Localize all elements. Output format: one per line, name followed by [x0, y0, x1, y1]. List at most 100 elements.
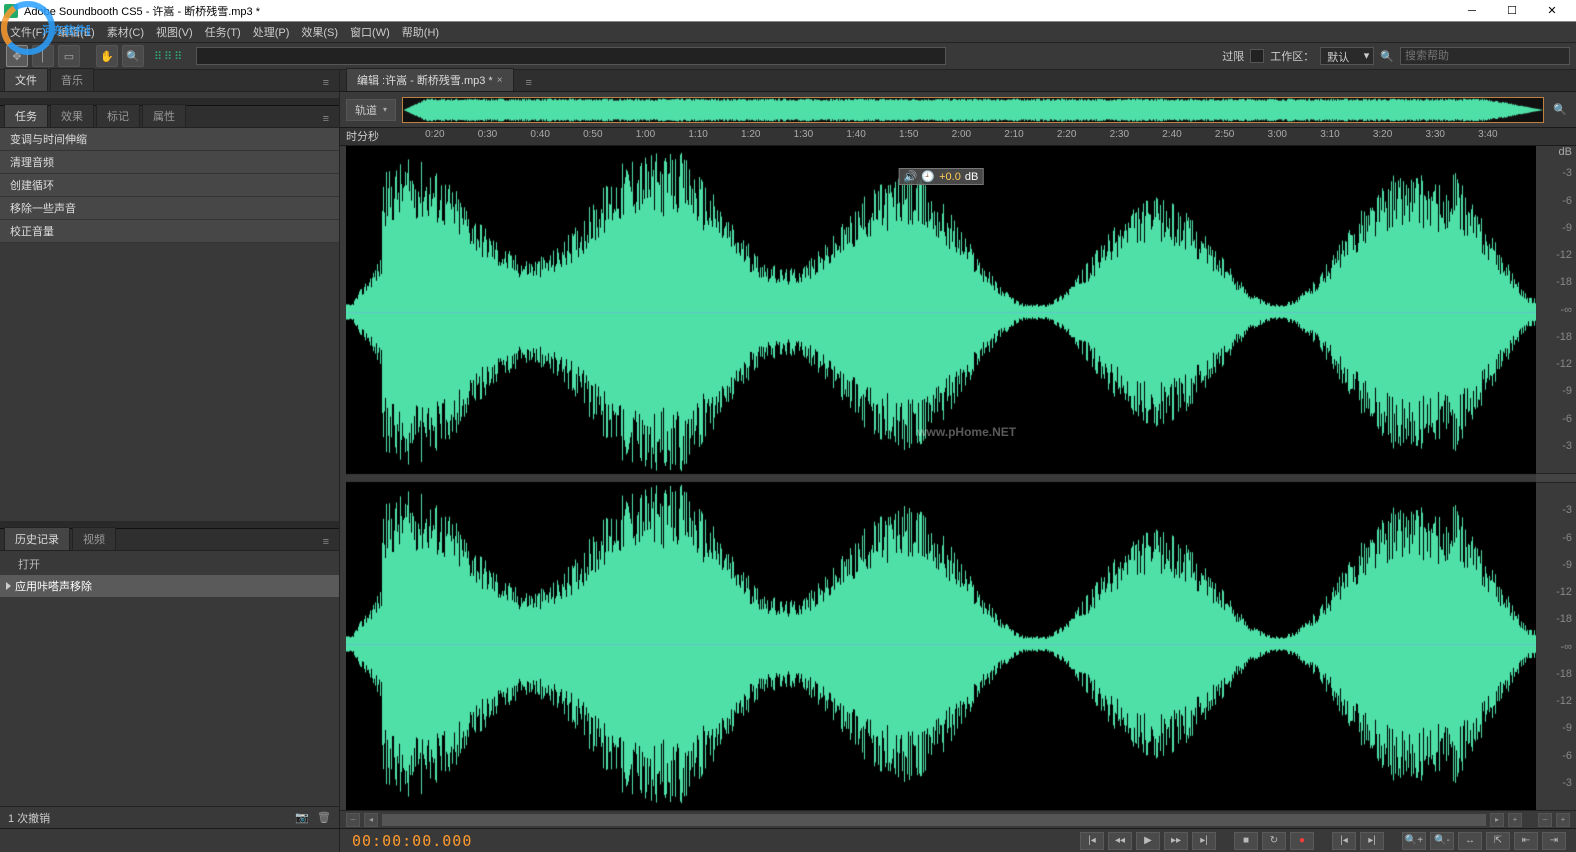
overview-waveform[interactable] — [402, 97, 1544, 123]
ffwd-button[interactable]: ▸▸ — [1164, 832, 1188, 850]
search-icon: 🔍 — [1380, 50, 1394, 63]
tab-tasks[interactable]: 任务 — [4, 104, 48, 127]
window-titlebar: Adobe Soundbooth CS5 - 许嵩 - 断桥残雪.mp3 * ─… — [0, 0, 1576, 22]
next-marker-button[interactable]: ▸| — [1360, 832, 1384, 850]
history-item-click-removal[interactable]: 应用咔嗒声移除 — [0, 575, 339, 597]
menu-tasks[interactable]: 任务(T) — [199, 22, 247, 42]
task-pitch-time[interactable]: 变调与时间伸缩 — [0, 128, 339, 151]
zoom-sel-start-button[interactable]: ⇤ — [1514, 832, 1538, 850]
editor-tab-active[interactable]: 编辑 :许嵩 - 断桥残雪.mp3 * × — [346, 68, 514, 91]
menu-window[interactable]: 窗口(W) — [344, 22, 396, 42]
ruler-units-label: 时分秒 — [346, 128, 379, 144]
menu-edit[interactable]: 编辑(E) — [52, 22, 101, 42]
ruler-tick: 1:40 — [846, 129, 865, 140]
status-left — [0, 829, 340, 852]
history-item-open[interactable]: 打开 — [0, 553, 339, 575]
db-label: -18 — [1556, 276, 1572, 288]
left-panel-column: 文件 音乐 ≡ 任务 效果 标记 属性 ≡ 变调与时间伸缩 清理音频 创建循环 … — [0, 70, 340, 828]
panel-menu-icon[interactable]: ≡ — [317, 75, 335, 91]
task-fix-volume[interactable]: 校正音量 — [0, 220, 339, 243]
tool-move[interactable]: ✥ — [6, 45, 28, 67]
tab-markers[interactable]: 标记 — [96, 104, 140, 127]
record-button[interactable]: ● — [1290, 832, 1314, 850]
horizontal-scrollbar[interactable]: – ◂ ▸ + – + — [340, 810, 1576, 828]
menu-file[interactable]: 文件(F) — [4, 22, 52, 42]
search-help-input[interactable] — [1400, 47, 1570, 65]
tab-properties[interactable]: 属性 — [142, 104, 186, 127]
loop-button[interactable]: ↻ — [1262, 832, 1286, 850]
zoom-out-h[interactable]: – — [346, 813, 360, 827]
ruler-tick: 1:10 — [688, 129, 707, 140]
time-ruler[interactable]: 时分秒 0:200:300:400:501:001:101:201:301:40… — [340, 128, 1576, 146]
zoom-tool-icon[interactable]: 🔍 — [1550, 103, 1570, 116]
db-label: -3 — [1562, 504, 1572, 516]
zoom-in-h[interactable]: + — [1508, 813, 1522, 827]
maximize-button[interactable]: ☐ — [1492, 1, 1532, 21]
zoom-sel-end-button[interactable]: ⇥ — [1542, 832, 1566, 850]
db-label: -12 — [1556, 695, 1572, 707]
db-label: -9 — [1562, 559, 1572, 571]
zoom-out-button[interactable]: 🔍- — [1430, 832, 1454, 850]
play-button[interactable]: ▶ — [1136, 832, 1160, 850]
db-label: -3 — [1562, 777, 1572, 789]
minimize-button[interactable]: ─ — [1452, 1, 1492, 21]
channel-splitter-handle[interactable] — [1536, 473, 1576, 483]
ruler-tick: 0:40 — [530, 129, 549, 140]
tool-zoom[interactable]: 🔍 — [122, 45, 144, 67]
tab-files[interactable]: 文件 — [4, 68, 48, 91]
close-button[interactable]: ✕ — [1532, 1, 1572, 21]
zoom-in-button[interactable]: 🔍+ — [1402, 832, 1426, 850]
track-dropdown[interactable]: 轨道 — [346, 99, 396, 121]
trash-icon[interactable]: 🗑 — [317, 811, 331, 824]
db-label: -6 — [1562, 532, 1572, 544]
zoom-sel-button[interactable]: ⇱ — [1486, 832, 1510, 850]
ruler-tick: 1:30 — [794, 129, 813, 140]
ruler-tick: 0:20 — [425, 129, 444, 140]
tab-video[interactable]: 视频 — [72, 527, 116, 550]
timecode-display[interactable]: 00:00:00.000 — [340, 832, 484, 850]
rewind-button[interactable]: ◂◂ — [1108, 832, 1132, 850]
menu-help[interactable]: 帮助(H) — [396, 22, 445, 42]
menu-process[interactable]: 处理(P) — [247, 22, 296, 42]
task-create-loop[interactable]: 创建循环 — [0, 174, 339, 197]
snapshot-icon[interactable]: 📷 — [295, 811, 309, 824]
tab-music[interactable]: 音乐 — [50, 68, 94, 91]
tool-freq-select[interactable]: ▭ — [58, 45, 80, 67]
tool-hand[interactable]: ✋ — [96, 45, 118, 67]
history-panel-tabs: 历史记录 视频 ≡ — [0, 529, 339, 551]
task-remove-sound[interactable]: 移除一些声音 — [0, 197, 339, 220]
close-icon[interactable]: × — [497, 75, 503, 86]
task-clean-audio[interactable]: 清理音频 — [0, 151, 339, 174]
zoom-full-button[interactable]: ↔ — [1458, 832, 1482, 850]
prev-marker-button[interactable]: |◂ — [1332, 832, 1356, 850]
scroll-right[interactable]: ▸ — [1490, 813, 1504, 827]
ruler-tick: 1:00 — [636, 129, 655, 140]
ruler-tick: 2:20 — [1057, 129, 1076, 140]
db-label: -9 — [1562, 722, 1572, 734]
zoom-in-v[interactable]: + — [1556, 813, 1570, 827]
stop-button[interactable]: ■ — [1234, 832, 1258, 850]
tab-history[interactable]: 历史记录 — [4, 527, 70, 550]
go-start-button[interactable]: |◂ — [1080, 832, 1104, 850]
ruler-tick: 1:20 — [741, 129, 760, 140]
clip-indicator[interactable] — [1250, 49, 1264, 63]
menu-clip[interactable]: 素材(C) — [101, 22, 150, 42]
gain-value: +0.0 — [939, 171, 961, 183]
tab-effects[interactable]: 效果 — [50, 104, 94, 127]
waveform-display[interactable]: 🔊 🕘 +0.0 dB www.pHome.NET — [346, 146, 1536, 810]
panel-menu-icon[interactable]: ≡ — [317, 534, 335, 550]
menu-effects[interactable]: 效果(S) — [295, 22, 344, 42]
menu-view[interactable]: 视图(V) — [150, 22, 199, 42]
workspace-select[interactable]: 默认 ▾ — [1320, 47, 1374, 65]
ruler-tick: 0:30 — [478, 129, 497, 140]
scroll-left[interactable]: ◂ — [364, 813, 378, 827]
go-end-button[interactable]: ▸| — [1192, 832, 1216, 850]
db-label: -12 — [1556, 249, 1572, 261]
tool-time-select[interactable]: │ — [32, 45, 54, 67]
editor-panel: 编辑 :许嵩 - 断桥残雪.mp3 * × ≡ 轨道 🔍 时分秒 0:20 0:3… — [340, 70, 1576, 828]
selection-display — [196, 47, 946, 65]
panel-menu-icon[interactable]: ≡ — [317, 111, 335, 127]
gain-badge[interactable]: 🔊 🕘 +0.0 dB — [899, 168, 984, 185]
panel-menu-icon[interactable]: ≡ — [520, 75, 538, 91]
zoom-out-v[interactable]: – — [1538, 813, 1552, 827]
